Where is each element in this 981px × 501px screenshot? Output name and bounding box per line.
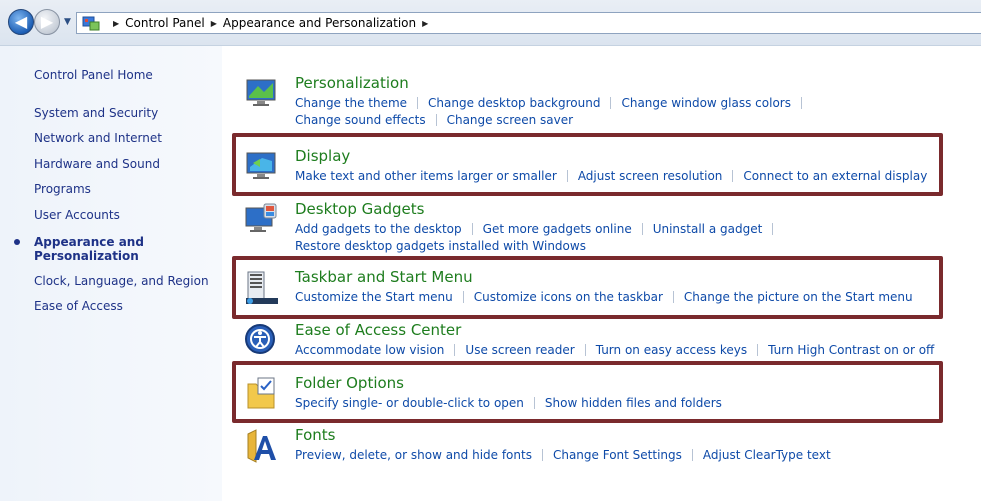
recent-pages-dropdown[interactable]: ▼	[64, 17, 71, 27]
link-easy-access-keys[interactable]: Turn on easy access keys	[596, 343, 747, 357]
category-title[interactable]: Fonts	[295, 426, 335, 444]
sidebar-item-network[interactable]: Network and Internet	[34, 131, 162, 145]
highlight-box-taskbar	[232, 256, 943, 319]
address-bar: ◀ ▶ ▼ ▶ Control Panel ▶ Appearance and Pers…	[0, 0, 981, 46]
address-path-box[interactable]: ▶ Control Panel ▶ Appearance and Personaliz…	[76, 12, 981, 34]
link-divider	[610, 97, 612, 109]
forward-button[interactable]: ▶	[34, 9, 60, 35]
sidebar-item-user-accounts[interactable]: User Accounts	[34, 208, 120, 222]
link-divider	[435, 114, 437, 126]
sidebar-home-link[interactable]: Control Panel Home	[34, 68, 153, 82]
sidebar-item-label: Appearance and	[34, 235, 144, 249]
forward-arrow-icon: ▶	[40, 12, 54, 31]
sidebar-item-hardware[interactable]: Hardware and Sound	[34, 157, 160, 171]
sidebar-item-system-security[interactable]: System and Security	[34, 106, 158, 120]
link-more-gadgets[interactable]: Get more gadgets online	[483, 222, 632, 236]
highlight-box-folder-options	[232, 361, 943, 423]
link-font-settings[interactable]: Change Font Settings	[553, 448, 682, 462]
link-low-vision[interactable]: Accommodate low vision	[295, 343, 444, 357]
link-preview-fonts[interactable]: Preview, delete, or show and hide fonts	[295, 448, 532, 462]
gadgets-icon	[245, 203, 277, 232]
back-button[interactable]: ◀	[8, 9, 34, 35]
fonts-icon	[247, 429, 276, 463]
link-divider	[454, 344, 456, 356]
sidebar-item-programs[interactable]: Programs	[34, 182, 91, 196]
link-change-screen-saver[interactable]: Change screen saver	[447, 113, 574, 127]
link-cleartype[interactable]: Adjust ClearType text	[703, 448, 831, 462]
breadcrumb-appearance[interactable]: Appearance and Personalization	[223, 16, 416, 30]
link-restore-gadgets[interactable]: Restore desktop gadgets installed with W…	[295, 239, 586, 253]
category-links: Add gadgets to the desktop Get more gadge…	[295, 221, 955, 255]
highlight-box-display	[232, 133, 943, 196]
category-links: Preview, delete, or show and hide fonts C…	[295, 447, 955, 464]
link-divider	[417, 97, 419, 109]
link-divider	[541, 449, 543, 461]
link-add-gadgets[interactable]: Add gadgets to the desktop	[295, 222, 462, 236]
category-title[interactable]: Personalization	[295, 74, 409, 92]
chevron-down-icon: ▼	[64, 17, 71, 27]
category-links: Change the theme Change desktop backgroun…	[295, 95, 955, 129]
breadcrumb-control-panel[interactable]: Control Panel	[125, 16, 205, 30]
link-divider	[691, 449, 693, 461]
sidebar-item-ease-of-access[interactable]: Ease of Access	[34, 299, 123, 313]
category-title[interactable]: Ease of Access Center	[295, 321, 461, 339]
link-high-contrast[interactable]: Turn High Contrast on or off	[768, 343, 934, 357]
breadcrumb-separator-icon[interactable]: ▶	[113, 19, 119, 28]
link-divider	[757, 344, 759, 356]
ease-of-access-icon	[245, 324, 275, 354]
category-links: Accommodate low vision Use screen reader T…	[295, 342, 955, 359]
sidebar-item-clock-language[interactable]: Clock, Language, and Region	[34, 274, 209, 288]
sidebar-item-label: Personalization	[34, 249, 139, 263]
link-change-glass-colors[interactable]: Change window glass colors	[621, 96, 791, 110]
breadcrumb-separator-icon[interactable]: ▶	[422, 19, 428, 28]
back-arrow-icon: ◀	[14, 12, 28, 31]
link-divider	[800, 97, 802, 109]
link-divider	[584, 344, 586, 356]
current-page-bullet-icon	[14, 239, 20, 245]
link-change-theme[interactable]: Change the theme	[295, 96, 407, 110]
link-divider	[772, 223, 774, 235]
link-uninstall-gadget[interactable]: Uninstall a gadget	[653, 222, 763, 236]
personalization-icon	[246, 79, 276, 106]
breadcrumb: ▶ Control Panel ▶ Appearance and Personaliz…	[107, 16, 434, 30]
link-screen-reader[interactable]: Use screen reader	[465, 343, 574, 357]
link-divider	[641, 223, 643, 235]
link-change-sound-effects[interactable]: Change sound effects	[295, 113, 426, 127]
link-divider	[471, 223, 473, 235]
control-panel-icon	[82, 16, 100, 31]
breadcrumb-separator-icon[interactable]: ▶	[211, 19, 217, 28]
link-change-background[interactable]: Change desktop background	[428, 96, 600, 110]
category-title[interactable]: Desktop Gadgets	[295, 200, 424, 218]
sidebar: Control Panel Home System and Security N…	[0, 46, 222, 501]
sidebar-item-appearance[interactable]: Appearance and Personalization	[34, 235, 144, 263]
